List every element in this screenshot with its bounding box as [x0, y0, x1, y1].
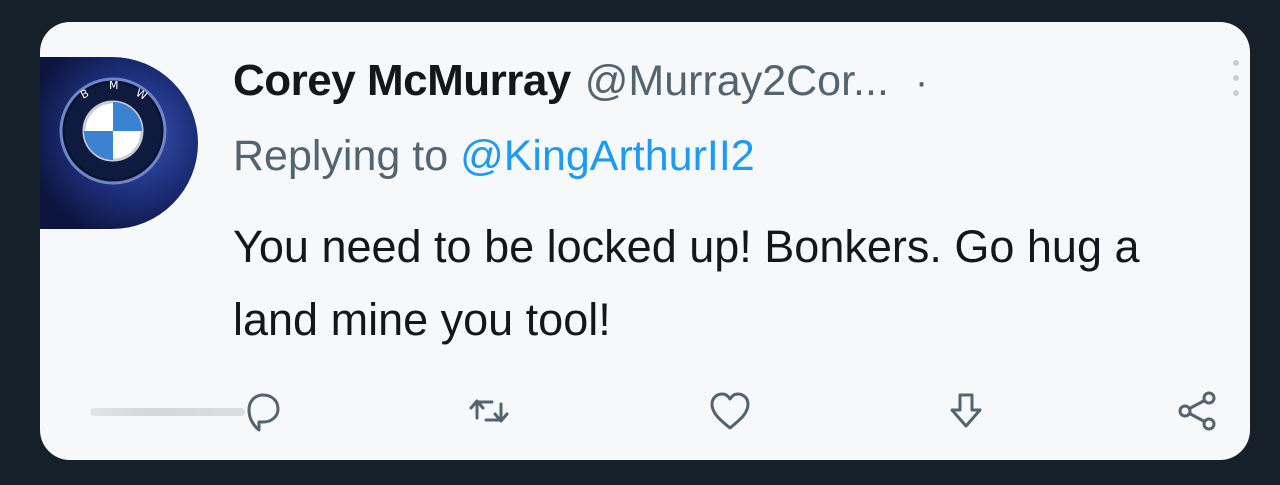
more-options-icon[interactable]	[1232, 58, 1240, 98]
share-nodes-icon	[1178, 391, 1216, 431]
reply-mention-link[interactable]: @KingArthurII2	[460, 132, 755, 180]
tweet-card[interactable]: B M W Corey McMurray @Murray2Cor... · Re…	[40, 22, 1250, 460]
blurred-watermark	[90, 408, 245, 416]
retweet-button[interactable]	[466, 388, 512, 434]
replying-to-label: Replying to	[233, 132, 461, 180]
download-button[interactable]	[943, 388, 989, 434]
header-separator: ·	[914, 60, 929, 104]
author-display-name[interactable]: Corey McMurray	[233, 56, 571, 106]
avatar[interactable]: B M W	[40, 57, 198, 229]
action-bar	[40, 380, 1250, 440]
heart-icon	[710, 392, 750, 430]
author-handle[interactable]: @Murray2Cor...	[585, 57, 889, 106]
download-arrow-icon	[950, 393, 982, 428]
replying-to-line: Replying to @KingArthurII2	[233, 132, 755, 181]
reply-button[interactable]	[239, 388, 285, 434]
retweet-icon	[469, 399, 509, 423]
speech-bubble-icon	[247, 393, 280, 432]
tweet-text: You need to be locked up! Bonkers. Go hu…	[233, 221, 1140, 345]
bmw-logo-icon: B M W	[59, 77, 167, 185]
svg-text:M: M	[109, 79, 119, 92]
tweet-header: Corey McMurray @Murray2Cor... ·	[233, 56, 928, 106]
share-button[interactable]	[1175, 388, 1221, 434]
like-button[interactable]	[707, 388, 753, 434]
